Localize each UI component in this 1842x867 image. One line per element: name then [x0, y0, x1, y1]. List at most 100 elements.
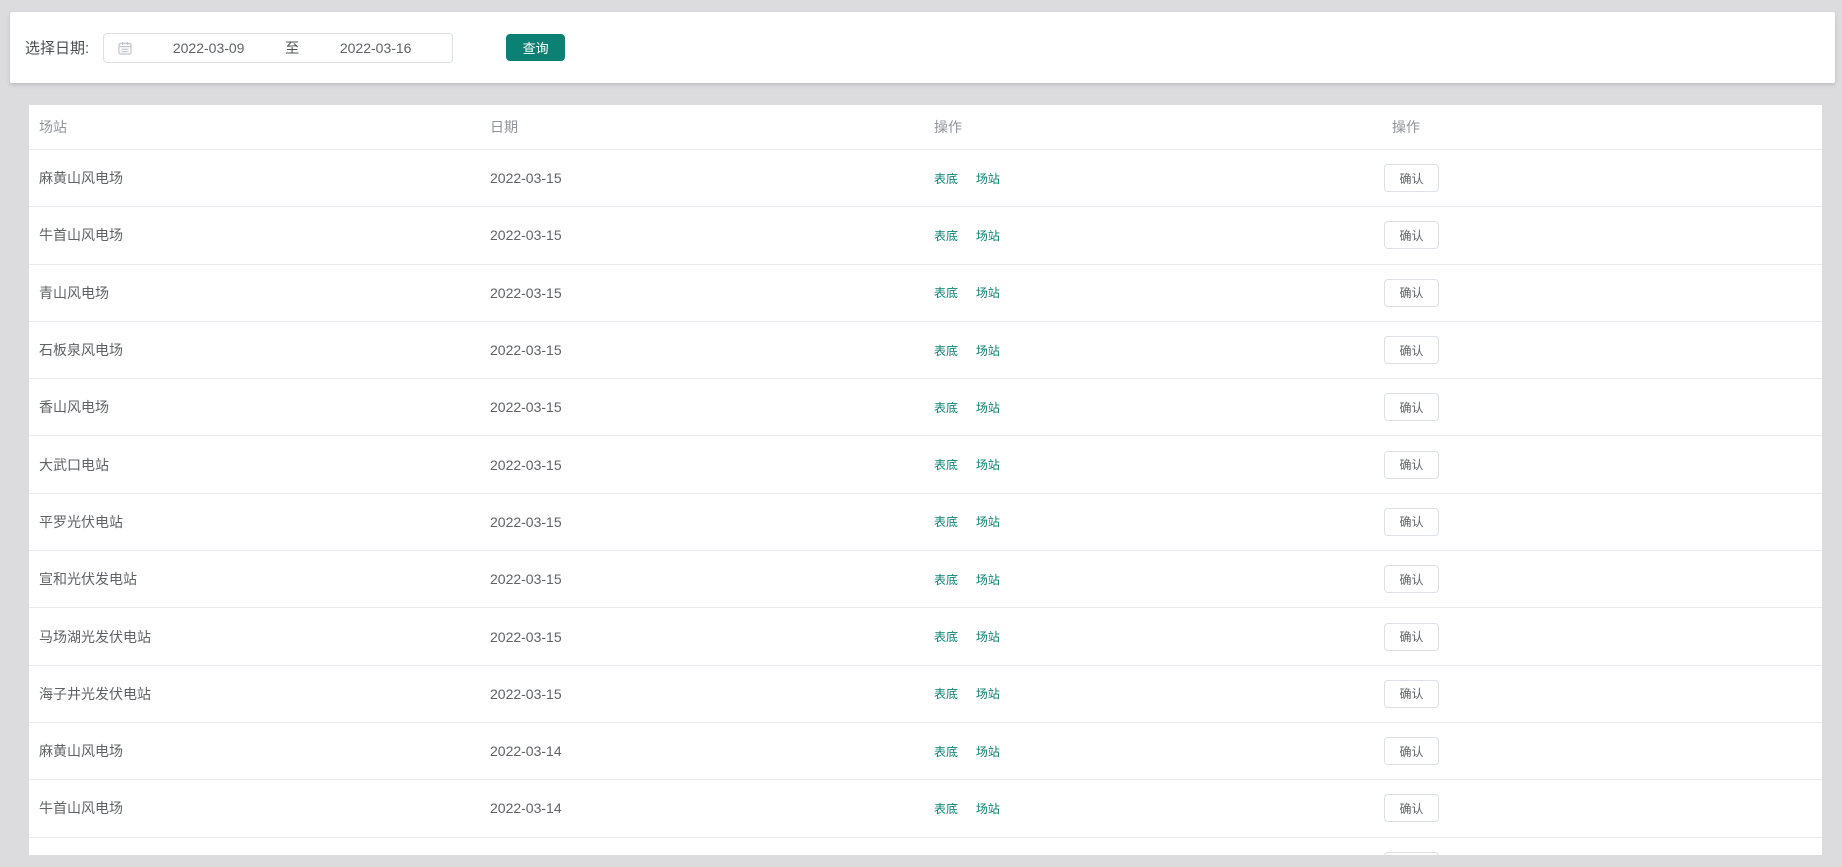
- confirm-button[interactable]: 确认: [1384, 279, 1439, 307]
- table-row: 牛首山风电场 2022-03-15 表底 场站 确认: [29, 207, 1822, 264]
- table-bottom-link[interactable]: 表底: [934, 573, 958, 587]
- table-row: 石板泉风电场 2022-03-15 表底 场站 确认: [29, 322, 1822, 379]
- table-body: 麻黄山风电场 2022-03-15 表底 场站 确认 牛首山风电场 2022-0…: [29, 150, 1822, 838]
- confirm-button[interactable]: 确认: [1384, 164, 1439, 192]
- table-row: 平罗光伏电站 2022-03-15 表底 场站 确认: [29, 494, 1822, 551]
- confirm-cell: 确认: [1382, 336, 1822, 364]
- station-cell: 麻黄山风电场: [29, 168, 480, 188]
- station-link[interactable]: 场站: [976, 458, 1000, 472]
- confirm-button[interactable]: 确认: [1384, 393, 1439, 421]
- station-cell: 平罗光伏电站: [29, 512, 480, 532]
- date-cell: 2022-03-15: [480, 170, 924, 186]
- date-filter-label: 选择日期:: [25, 37, 89, 58]
- date-cell: 2022-03-15: [480, 342, 924, 358]
- table-row: 宣和光伏发电站 2022-03-15 表底 场站 确认: [29, 551, 1822, 608]
- station-link[interactable]: 场站: [976, 573, 1000, 587]
- date-cell: 2022-03-14: [480, 743, 924, 759]
- confirm-cell: 确认: [1382, 680, 1822, 708]
- confirm-cell: 确认: [1382, 279, 1822, 307]
- operations-cell: 表底 场站: [924, 743, 1382, 760]
- data-table: 场站 日期 操作 操作 麻黄山风电场 2022-03-15 表底 场站 确认 牛…: [29, 105, 1822, 855]
- station-link[interactable]: 场站: [976, 745, 1000, 759]
- date-cell: 2022-03-14: [480, 800, 924, 816]
- confirm-button[interactable]: 确认: [1384, 623, 1439, 651]
- date-cell: 2022-03-15: [480, 629, 924, 645]
- table-row-partial: 确认: [29, 838, 1822, 855]
- table-bottom-link[interactable]: 表底: [934, 286, 958, 300]
- table-bottom-link[interactable]: 表底: [934, 745, 958, 759]
- confirm-cell: 确认: [1382, 794, 1822, 822]
- confirm-cell: 确认: [1382, 451, 1822, 479]
- date-cell: 2022-03-15: [480, 399, 924, 415]
- station-cell: 牛首山风电场: [29, 225, 480, 245]
- confirm-button[interactable]: 确认: [1384, 451, 1439, 479]
- station-link[interactable]: 场站: [976, 229, 1000, 243]
- station-cell: 麻黄山风电场: [29, 741, 480, 761]
- confirm-button[interactable]: 确认: [1384, 221, 1439, 249]
- confirm-button[interactable]: 确认: [1384, 852, 1439, 855]
- station-link[interactable]: 场站: [976, 172, 1000, 186]
- confirm-button[interactable]: 确认: [1384, 680, 1439, 708]
- confirm-cell: 确认: [1382, 221, 1822, 249]
- station-cell: 香山风电场: [29, 397, 480, 417]
- table-bottom-link[interactable]: 表底: [934, 687, 958, 701]
- station-link[interactable]: 场站: [976, 687, 1000, 701]
- station-link[interactable]: 场站: [976, 401, 1000, 415]
- operations-cell: 表底 场站: [924, 284, 1382, 301]
- table-row: 马场湖光发伏电站 2022-03-15 表底 场站 确认: [29, 608, 1822, 665]
- table-bottom-link[interactable]: 表底: [934, 401, 958, 415]
- table-row: 香山风电场 2022-03-15 表底 场站 确认: [29, 379, 1822, 436]
- table-bottom-link[interactable]: 表底: [934, 344, 958, 358]
- confirm-button[interactable]: 确认: [1384, 508, 1439, 536]
- table-bottom-link[interactable]: 表底: [934, 172, 958, 186]
- table-row: 牛首山风电场 2022-03-14 表底 场站 确认: [29, 780, 1822, 837]
- station-cell: 海子井光发伏电站: [29, 684, 480, 704]
- table-bottom-link[interactable]: 表底: [934, 630, 958, 644]
- confirm-cell: 确认: [1382, 737, 1822, 765]
- operations-cell: 表底 场站: [924, 227, 1382, 244]
- table-bottom-link[interactable]: 表底: [934, 458, 958, 472]
- table-row: 麻黄山风电场 2022-03-15 表底 场站 确认: [29, 150, 1822, 207]
- station-cell: 牛首山风电场: [29, 798, 480, 818]
- table-row: 海子井光发伏电站 2022-03-15 表底 场站 确认: [29, 666, 1822, 723]
- station-link[interactable]: 场站: [976, 286, 1000, 300]
- query-button[interactable]: 查询: [506, 34, 565, 61]
- confirm-button[interactable]: 确认: [1384, 737, 1439, 765]
- confirm-button[interactable]: 确认: [1384, 336, 1439, 364]
- operations-cell: 表底 场站: [924, 399, 1382, 416]
- date-range-picker[interactable]: 2022-03-09 至 2022-03-16: [103, 33, 453, 63]
- operations-cell: 表底 场站: [924, 685, 1382, 702]
- table-bottom-link[interactable]: 表底: [934, 515, 958, 529]
- table-row: 麻黄山风电场 2022-03-14 表底 场站 确认: [29, 723, 1822, 780]
- operations-cell: 表底 场站: [924, 456, 1382, 473]
- confirm-cell: 确认: [1382, 164, 1822, 192]
- table-bottom-link[interactable]: 表底: [934, 229, 958, 243]
- table-bottom-link[interactable]: 表底: [934, 802, 958, 816]
- station-cell: 宣和光伏发电站: [29, 569, 480, 589]
- station-cell: 马场湖光发伏电站: [29, 627, 480, 647]
- header-date: 日期: [480, 117, 924, 137]
- header-operation-confirm: 操作: [1382, 117, 1822, 137]
- header-operation-links: 操作: [924, 117, 1382, 137]
- date-cell: 2022-03-15: [480, 285, 924, 301]
- date-end-value[interactable]: 2022-03-16: [299, 40, 452, 56]
- table-row: 大武口电站 2022-03-15 表底 场站 确认: [29, 436, 1822, 493]
- confirm-cell: 确认: [1382, 838, 1822, 855]
- date-cell: 2022-03-15: [480, 457, 924, 473]
- confirm-button[interactable]: 确认: [1384, 565, 1439, 593]
- operations-cell: 表底 场站: [924, 571, 1382, 588]
- calendar-icon: [118, 41, 132, 55]
- table-header-row: 场站 日期 操作 操作: [29, 105, 1822, 150]
- station-link[interactable]: 场站: [976, 344, 1000, 358]
- confirm-cell: 确认: [1382, 393, 1822, 421]
- confirm-button[interactable]: 确认: [1384, 794, 1439, 822]
- date-start-value[interactable]: 2022-03-09: [132, 40, 285, 56]
- station-link[interactable]: 场站: [976, 802, 1000, 816]
- station-cell: 青山风电场: [29, 283, 480, 303]
- station-link[interactable]: 场站: [976, 630, 1000, 644]
- station-link[interactable]: 场站: [976, 515, 1000, 529]
- table-row: 青山风电场 2022-03-15 表底 场站 确认: [29, 265, 1822, 322]
- date-cell: 2022-03-15: [480, 227, 924, 243]
- date-cell: 2022-03-15: [480, 514, 924, 530]
- operations-cell: 表底 场站: [924, 342, 1382, 359]
